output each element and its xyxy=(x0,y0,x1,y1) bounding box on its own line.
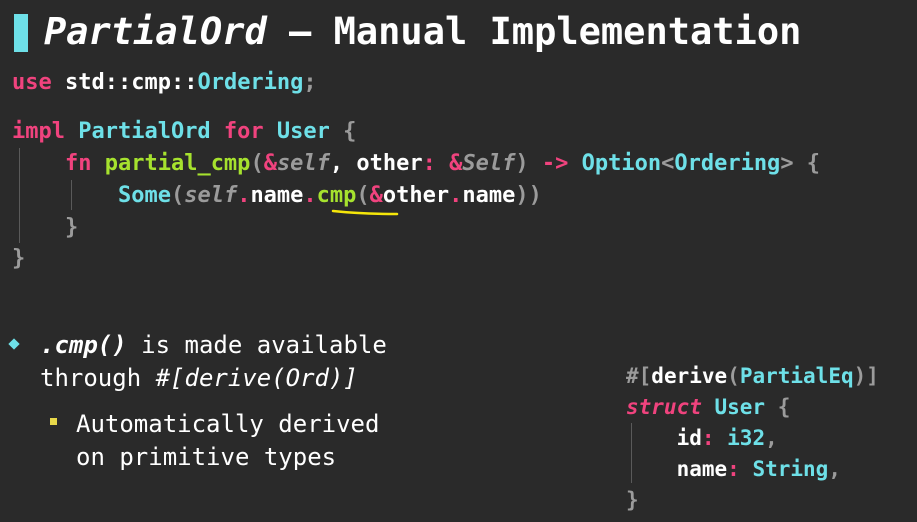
brace-open: { xyxy=(329,119,357,144)
title-trait-name: PartialOrd xyxy=(44,10,267,53)
side-derive-line: #[derive(PartialEq)] xyxy=(626,361,879,392)
paren: ( xyxy=(170,183,185,208)
keyword-for: for xyxy=(210,119,264,144)
side-name-line: name: String, xyxy=(626,454,841,485)
bullet-square-icon xyxy=(50,418,57,425)
attr-open: #[ xyxy=(626,364,652,388)
highlight-underline xyxy=(331,209,399,216)
code-use-line: use std::cmp::Ordering; xyxy=(12,67,317,99)
semicolon: ; xyxy=(303,70,317,95)
type-ordering: Ordering xyxy=(197,70,304,95)
paren: )) xyxy=(515,183,542,208)
ampersand: & xyxy=(435,151,463,176)
slide-title: PartialOrd – Manual Implementation xyxy=(44,10,801,53)
code-some-line: Some(self.name.cmp(&other.name)) xyxy=(12,180,542,212)
path-std-cmp: std::cmp:: xyxy=(51,70,198,95)
method-cmp: cmp xyxy=(316,183,357,208)
trait-partialeq: PartialEq xyxy=(739,364,854,388)
bullet-text: is made available xyxy=(126,331,387,359)
field-name: name xyxy=(626,457,728,481)
code-fn-line: fn partial_cmp(&self, other: &Self) -> O… xyxy=(12,148,820,180)
type-user: User xyxy=(263,119,330,144)
field-id: id xyxy=(626,426,702,450)
var-other: other xyxy=(382,183,450,208)
brace-open: { xyxy=(793,151,821,176)
paren: ( xyxy=(356,183,370,208)
type-string: String xyxy=(739,457,829,481)
angle-close: > xyxy=(780,151,794,176)
type-ordering: Ordering xyxy=(674,151,781,176)
dot: . xyxy=(449,183,463,208)
type-option: Option xyxy=(568,151,662,176)
colon: : xyxy=(422,151,436,176)
dot: . xyxy=(237,183,251,208)
return-arrow: -> xyxy=(528,151,569,176)
code-impl-line: impl PartialOrd for User { xyxy=(12,116,356,148)
code-fn-close: } xyxy=(12,215,79,240)
bullet-text: through xyxy=(40,364,156,392)
derive-attr: derive xyxy=(651,364,728,388)
keyword-fn: fn xyxy=(12,151,92,176)
indent-guide xyxy=(71,180,72,210)
fn-name-partial-cmp: partial_cmp xyxy=(91,151,251,176)
bullet-2-line-1: Automatically derived xyxy=(76,410,380,438)
bullet-derive-ord: #[derive(Ord)] xyxy=(155,364,358,392)
self-type: Self xyxy=(462,151,516,176)
indent-guide xyxy=(631,423,632,483)
keyword-impl: impl xyxy=(12,119,65,144)
keyword-struct: struct xyxy=(626,395,702,419)
bullet-2-line-2: on primitive types xyxy=(76,443,337,471)
ampersand: & xyxy=(369,183,383,208)
paren: ) xyxy=(515,151,529,176)
title-accent-bar xyxy=(14,14,28,52)
colon: : xyxy=(701,426,715,450)
field-name: name xyxy=(250,183,304,208)
self-ref: self xyxy=(184,183,238,208)
bullet-code-cmp: .cmp() xyxy=(40,331,127,359)
code-impl-close: } xyxy=(12,246,26,271)
type-user: User xyxy=(701,395,766,419)
angle-open: < xyxy=(661,151,675,176)
type-i32: i32 xyxy=(714,426,766,450)
attr-close: )] xyxy=(853,364,879,388)
keyword-use: use xyxy=(12,70,52,95)
brace-open: { xyxy=(765,395,791,419)
dot: . xyxy=(303,183,317,208)
side-struct-line: struct User { xyxy=(626,392,790,423)
paren: ( xyxy=(250,151,264,176)
colon: : xyxy=(727,457,740,481)
ampersand: & xyxy=(263,151,277,176)
some-variant: Some xyxy=(12,183,171,208)
paren: ( xyxy=(727,364,740,388)
side-id-line: id: i32, xyxy=(626,423,778,454)
title-rest: – Manual Implementation xyxy=(266,10,802,53)
bullet-1-line-2: through #[derive(Ord)] xyxy=(40,362,358,395)
comma: , xyxy=(828,457,841,481)
field-name: name xyxy=(462,183,516,208)
bullet-1-line-1: .cmp() is made available xyxy=(40,329,387,362)
trait-partialord: PartialOrd xyxy=(64,119,211,144)
comma: , xyxy=(765,426,778,450)
indent-guide xyxy=(19,148,20,243)
param-other: , other xyxy=(329,151,423,176)
self-param: self xyxy=(276,151,330,176)
side-struct-close: } xyxy=(626,488,639,512)
bullet-diamond-icon xyxy=(8,338,20,350)
